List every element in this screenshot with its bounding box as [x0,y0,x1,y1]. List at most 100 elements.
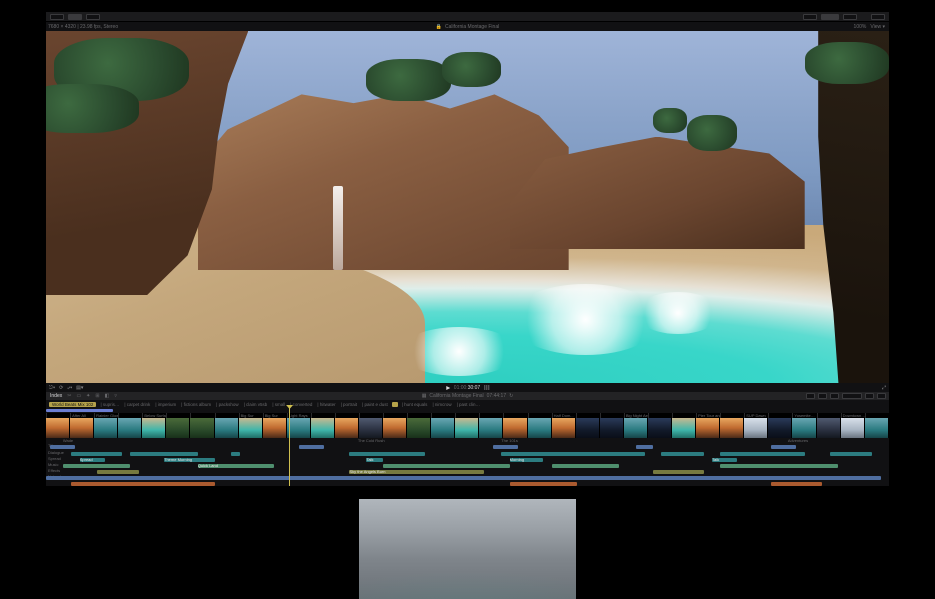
audio-clip[interactable] [636,445,653,449]
video-clip-thumbnail[interactable] [335,418,359,438]
viewer-zoom[interactable]: 100% [854,24,867,30]
role-chip[interactable]: World Beats Mix 102 [49,402,96,407]
video-clip-thumbnail[interactable] [648,418,672,438]
video-clip-thumbnail[interactable] [118,418,142,438]
play-icon[interactable] [446,386,450,390]
video-clip-thumbnail[interactable] [696,418,720,438]
audio-clip[interactable] [830,452,872,456]
audio-clip[interactable] [231,452,239,456]
skimming-button[interactable] [806,393,815,399]
viewer-canvas[interactable] [46,31,889,383]
video-clip-thumbnail[interactable] [624,418,648,438]
video-clip-thumbnail[interactable] [528,418,552,438]
audio-role-lanes[interactable]: TitlesDialogueSpreadSpreadTheme MorningT… [46,444,889,486]
chrome-button-inspect[interactable] [86,14,100,20]
audio-clip[interactable] [130,452,197,456]
audio-clip[interactable] [97,470,139,474]
audio-clip[interactable]: Talk [712,458,737,462]
audio-clip[interactable] [720,452,804,456]
blade-tool-icon[interactable]: ▭ [76,393,81,399]
video-clip-thumbnail[interactable] [455,418,479,438]
video-clip-thumbnail[interactable] [263,418,287,438]
audio-clip[interactable]: Quick Land [198,464,274,468]
video-clip-thumbnail[interactable] [46,418,70,438]
append-tool-icon[interactable]: ◧ [105,393,110,399]
chrome-button-media[interactable] [68,14,82,20]
playhead[interactable] [289,408,290,486]
video-clip-thumbnail[interactable] [865,418,889,438]
chrome-button-inspector[interactable] [843,14,857,20]
audio-clip[interactable] [71,452,122,456]
video-clip-thumbnail[interactable] [600,418,624,438]
audio-clip[interactable] [46,476,881,480]
chrome-button-share[interactable] [803,14,817,20]
video-clip-thumbnail[interactable] [552,418,576,438]
index-button[interactable]: Index [50,393,62,399]
audio-clip[interactable]: Morning [510,458,544,462]
video-clip-thumbnail[interactable] [94,418,118,438]
video-clip-thumbnail[interactable] [407,418,431,438]
retime-button[interactable]: ⟳ [59,385,63,391]
video-clip-thumbnail[interactable] [817,418,841,438]
video-clip-thumbnail[interactable] [672,418,696,438]
audio-clip[interactable] [50,445,75,449]
chrome-button-tools[interactable] [821,14,839,20]
video-clip-thumbnail[interactable] [744,418,768,438]
audio-clip[interactable] [493,445,518,449]
audio-clip[interactable] [771,445,796,449]
audio-clip[interactable] [771,482,822,486]
transform-menu[interactable]: ⎋▾ [49,385,55,391]
video-clip-thumbnail[interactable] [359,418,383,438]
video-clip-thumbnail[interactable] [503,418,527,438]
snapping-button[interactable] [818,393,827,399]
video-clip-thumbnail[interactable] [287,418,311,438]
fullscreen-icon[interactable]: ⤢ [882,385,889,391]
audio-clip[interactable] [653,470,704,474]
zoom-slider[interactable] [842,393,862,399]
video-clip-thumbnail[interactable] [431,418,455,438]
color-button[interactable]: ▤▾ [76,385,83,391]
audio-clip[interactable] [349,452,425,456]
video-clip-thumbnail[interactable] [792,418,816,438]
video-clip-thumbnail[interactable] [576,418,600,438]
video-clip-thumbnail[interactable] [190,418,214,438]
primary-video-track[interactable] [46,418,889,438]
audio-clip[interactable] [71,482,214,486]
audio-clip[interactable]: Spread [80,458,105,462]
video-clip-thumbnail[interactable] [70,418,94,438]
video-clip-thumbnail[interactable] [768,418,792,438]
viewer-view-menu[interactable]: View ▾ [870,24,885,30]
effects-tool-icon[interactable]: ✦ [86,393,90,399]
audio-clip[interactable] [510,482,577,486]
audio-clip[interactable] [720,464,838,468]
role-lane[interactable]: Titles [46,444,889,450]
video-clip-thumbnail[interactable] [239,418,263,438]
video-clip-thumbnail[interactable] [166,418,190,438]
settings-button[interactable] [877,393,886,399]
chrome-button-library[interactable] [50,14,64,20]
timecode[interactable]: 01:00:30:07 [454,385,480,391]
audio-meters-icon[interactable] [484,385,489,390]
audio-clip[interactable]: Theme Morning [164,458,215,462]
video-clip-thumbnail[interactable] [311,418,335,438]
audio-clip[interactable] [383,464,509,468]
chrome-button-extra[interactable] [871,14,885,20]
audio-clip[interactable] [63,464,130,468]
arrow-tool-icon[interactable]: ▿ [114,393,117,399]
video-clip-thumbnail[interactable] [142,418,166,438]
clip-appearance-button[interactable] [865,393,874,399]
audio-clip[interactable]: Sky the Angels Burn [349,470,484,474]
audio-clip[interactable] [552,464,619,468]
audio-clip[interactable] [661,452,703,456]
ruler-range-indicator[interactable] [46,409,113,412]
role-lane[interactable] [46,481,889,487]
insert-tool-icon[interactable]: ⊞ [95,393,99,399]
video-clip-thumbnail[interactable] [215,418,239,438]
enhance-menu[interactable]: ⤶▾ [67,385,72,391]
audio-clip[interactable] [299,445,324,449]
loop-icon[interactable]: ↻ [509,393,513,399]
audio-clip[interactable] [501,452,644,456]
video-clip-thumbnail[interactable] [841,418,865,438]
video-clip-thumbnail[interactable] [479,418,503,438]
video-clip-thumbnail[interactable] [383,418,407,438]
